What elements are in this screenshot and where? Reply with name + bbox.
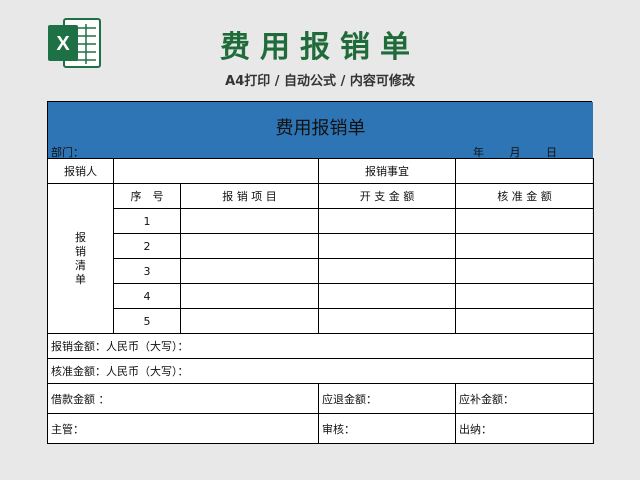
row-number: 2 xyxy=(113,233,181,259)
supplement-amount-cell[interactable]: 应补金额： xyxy=(455,383,594,414)
approved-amount-row: 核准金额：人民币（大写）： xyxy=(47,358,594,384)
approved-cell[interactable] xyxy=(455,233,594,259)
col-header-item: 报 销 项 目 xyxy=(180,183,319,209)
item-cell[interactable] xyxy=(180,233,319,259)
expense-cell[interactable] xyxy=(318,308,456,334)
approved-cell[interactable] xyxy=(455,208,594,234)
item-cell[interactable] xyxy=(180,283,319,309)
col-header-seq: 序 号 xyxy=(113,183,181,209)
col-header-expense: 开 支 金 额 xyxy=(318,183,456,209)
row-number: 1 xyxy=(113,208,181,234)
audit-cell[interactable]: 审核： xyxy=(318,413,456,444)
expense-cell[interactable] xyxy=(318,283,456,309)
refund-amount-cell[interactable]: 应退金额： xyxy=(318,383,456,414)
approved-cell[interactable] xyxy=(455,283,594,309)
expense-form-table: 报销人 报销事宜 报 销 清 单 序 号 报 销 项 目 开 支 金 额 核 准… xyxy=(47,158,594,444)
item-cell[interactable] xyxy=(180,308,319,334)
supervisor-cell[interactable]: 主管： xyxy=(47,413,319,444)
expense-cell[interactable] xyxy=(318,208,456,234)
signature-row: 主管： 审核： 出纳： xyxy=(47,413,594,444)
settlement-row: 借款金额 ： 应退金额： 应补金额： xyxy=(47,383,594,414)
form-title: 费用报销单 xyxy=(275,118,366,139)
col-header-approved: 核 准 金 额 xyxy=(455,183,594,209)
claim-amount-cell[interactable]: 报销金额：人民币（大写）： xyxy=(47,333,594,359)
column-header-row: 报 销 清 单 序 号 报 销 项 目 开 支 金 额 核 准 金 额 xyxy=(47,183,594,334)
table-row: 3 xyxy=(48,258,594,284)
expense-cell[interactable] xyxy=(318,233,456,259)
claimant-row: 报销人 报销事宜 xyxy=(47,158,594,184)
page-subtitle: A4打印 / 自动公式 / 内容可修改 xyxy=(225,74,415,89)
form-title-band: 费用报销单 部门： 年 月 日 xyxy=(48,102,593,159)
expense-form-sheet: 费用报销单 部门： 年 月 日 报销人 报销事宜 报 销 清 单 序 号 报 销… xyxy=(47,101,594,444)
item-cell[interactable] xyxy=(180,208,319,234)
table-row: 2 xyxy=(48,233,594,259)
table-row: 4 xyxy=(48,283,594,309)
cashier-cell[interactable]: 出纳： xyxy=(455,413,594,444)
claim-amount-row: 报销金额：人民币（大写）： xyxy=(47,333,594,359)
approved-amount-cell[interactable]: 核准金额：人民币（大写）： xyxy=(47,358,594,384)
row-number: 5 xyxy=(113,308,181,334)
matter-cell[interactable] xyxy=(455,158,594,184)
matter-label: 报销事宜 xyxy=(318,158,456,184)
item-cell[interactable] xyxy=(180,258,319,284)
claimant-label: 报销人 xyxy=(47,158,114,184)
approved-cell[interactable] xyxy=(455,308,594,334)
table-row: 5 xyxy=(48,308,594,334)
list-label: 报 销 清 单 xyxy=(47,183,114,334)
loan-amount-cell[interactable]: 借款金额 ： xyxy=(47,383,319,414)
row-number: 4 xyxy=(113,283,181,309)
expense-cell[interactable] xyxy=(318,258,456,284)
table-row: 1 xyxy=(48,208,594,234)
approved-cell[interactable] xyxy=(455,258,594,284)
page-title: 费用报销单 xyxy=(220,30,420,65)
row-number: 3 xyxy=(113,258,181,284)
claimant-cell[interactable] xyxy=(113,158,319,184)
